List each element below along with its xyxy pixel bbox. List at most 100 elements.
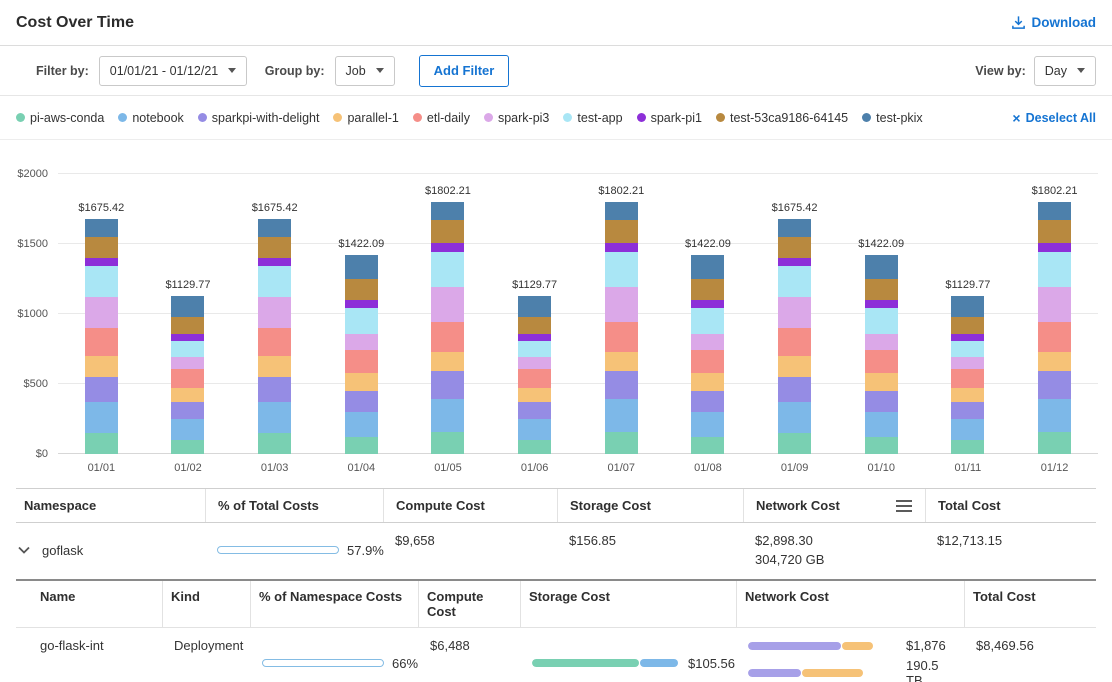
stacked-bar-01/07[interactable]	[605, 202, 638, 454]
bar-segment-parallel-1[interactable]	[865, 373, 898, 391]
bar-segment-test-pkix[interactable]	[778, 219, 811, 237]
legend-item-sparkpi-with-delight[interactable]: sparkpi-with-delight	[198, 111, 320, 125]
bar-segment-test-pkix[interactable]	[605, 202, 638, 221]
bar-segment-pi-aws-conda[interactable]	[518, 440, 551, 454]
bar-segment-test-53ca9186-64145[interactable]	[605, 220, 638, 242]
bar-segment-pi-aws-conda[interactable]	[865, 437, 898, 454]
legend-item-pi-aws-conda[interactable]: pi-aws-conda	[16, 111, 104, 125]
bar-segment-parallel-1[interactable]	[951, 388, 984, 402]
bar-segment-test-53ca9186-64145[interactable]	[171, 317, 204, 334]
legend-item-test-53ca9186-64145[interactable]: test-53ca9186-64145	[716, 111, 848, 125]
bar-segment-sparkpi-with-delight[interactable]	[865, 391, 898, 412]
bar-segment-test-53ca9186-64145[interactable]	[865, 279, 898, 300]
bar-segment-pi-aws-conda[interactable]	[951, 440, 984, 454]
bar-segment-etl-daily[interactable]	[865, 350, 898, 372]
bar-segment-spark-pi3[interactable]	[605, 287, 638, 322]
bar-segment-parallel-1[interactable]	[258, 356, 291, 377]
bar-segment-test-53ca9186-64145[interactable]	[1038, 220, 1071, 242]
bar-segment-test-app[interactable]	[258, 266, 291, 297]
bar-segment-etl-daily[interactable]	[778, 328, 811, 356]
bar-segment-test-app[interactable]	[85, 266, 118, 297]
bar-segment-test-53ca9186-64145[interactable]	[951, 317, 984, 334]
bar-segment-spark-pi1[interactable]	[1038, 243, 1071, 253]
bar-segment-test-app[interactable]	[431, 252, 464, 287]
bar-segment-sparkpi-with-delight[interactable]	[605, 371, 638, 399]
bar-segment-notebook[interactable]	[605, 399, 638, 431]
stacked-bar-01/10[interactable]	[865, 255, 898, 454]
bar-segment-etl-daily[interactable]	[431, 322, 464, 351]
bar-segment-test-app[interactable]	[778, 266, 811, 297]
stacked-bar-01/09[interactable]	[778, 219, 811, 454]
bar-segment-notebook[interactable]	[778, 402, 811, 433]
bar-segment-pi-aws-conda[interactable]	[85, 433, 118, 454]
view-by-select[interactable]: Day	[1034, 56, 1096, 86]
bar-segment-spark-pi3[interactable]	[865, 334, 898, 351]
bar-segment-notebook[interactable]	[518, 419, 551, 440]
legend-item-notebook[interactable]: notebook	[118, 111, 183, 125]
bar-segment-sparkpi-with-delight[interactable]	[431, 371, 464, 399]
bar-segment-spark-pi1[interactable]	[431, 243, 464, 253]
legend-item-parallel-1[interactable]: parallel-1	[333, 111, 398, 125]
legend-item-etl-daily[interactable]: etl-daily	[413, 111, 470, 125]
bar-segment-test-pkix[interactable]	[1038, 202, 1071, 221]
bar-segment-spark-pi3[interactable]	[345, 334, 378, 351]
bar-segment-sparkpi-with-delight[interactable]	[258, 377, 291, 402]
bar-segment-test-app[interactable]	[518, 341, 551, 358]
bar-segment-sparkpi-with-delight[interactable]	[518, 402, 551, 419]
bar-segment-etl-daily[interactable]	[605, 322, 638, 351]
bar-segment-parallel-1[interactable]	[691, 373, 724, 391]
stacked-bar-01/06[interactable]	[518, 296, 551, 454]
bar-segment-notebook[interactable]	[1038, 399, 1071, 431]
stacked-bar-01/02[interactable]	[171, 296, 204, 454]
bar-segment-spark-pi1[interactable]	[171, 334, 204, 341]
bar-segment-pi-aws-conda[interactable]	[258, 433, 291, 454]
bar-segment-notebook[interactable]	[345, 412, 378, 437]
bar-segment-parallel-1[interactable]	[518, 388, 551, 402]
bar-segment-sparkpi-with-delight[interactable]	[171, 402, 204, 419]
bar-segment-test-pkix[interactable]	[951, 296, 984, 317]
bar-segment-test-app[interactable]	[951, 341, 984, 358]
bar-segment-spark-pi3[interactable]	[431, 287, 464, 322]
bar-segment-parallel-1[interactable]	[171, 388, 204, 402]
legend-item-test-app[interactable]: test-app	[563, 111, 622, 125]
bar-segment-parallel-1[interactable]	[85, 356, 118, 377]
bar-segment-spark-pi1[interactable]	[951, 334, 984, 341]
bar-segment-test-53ca9186-64145[interactable]	[85, 237, 118, 258]
bar-segment-test-pkix[interactable]	[865, 255, 898, 279]
bar-segment-spark-pi3[interactable]	[1038, 287, 1071, 322]
bar-segment-pi-aws-conda[interactable]	[345, 437, 378, 454]
bar-segment-test-53ca9186-64145[interactable]	[691, 279, 724, 300]
bar-segment-etl-daily[interactable]	[85, 328, 118, 356]
bar-segment-notebook[interactable]	[171, 419, 204, 440]
group-by-select[interactable]: Job	[335, 56, 395, 86]
bar-segment-test-pkix[interactable]	[431, 202, 464, 221]
bar-segment-spark-pi3[interactable]	[691, 334, 724, 351]
date-range-select[interactable]: 01/01/21 - 01/12/21	[99, 56, 247, 86]
bar-segment-spark-pi3[interactable]	[518, 357, 551, 368]
bar-segment-test-53ca9186-64145[interactable]	[345, 279, 378, 300]
bar-segment-test-53ca9186-64145[interactable]	[518, 317, 551, 334]
bar-segment-parallel-1[interactable]	[605, 352, 638, 372]
bar-segment-pi-aws-conda[interactable]	[1038, 432, 1071, 454]
bar-segment-sparkpi-with-delight[interactable]	[951, 402, 984, 419]
bar-segment-pi-aws-conda[interactable]	[171, 440, 204, 454]
bar-segment-test-pkix[interactable]	[345, 255, 378, 279]
bar-segment-parallel-1[interactable]	[1038, 352, 1071, 372]
bar-segment-etl-daily[interactable]	[1038, 322, 1071, 351]
bar-segment-spark-pi1[interactable]	[345, 300, 378, 308]
stacked-bar-01/04[interactable]	[345, 255, 378, 454]
bar-segment-spark-pi3[interactable]	[778, 297, 811, 328]
bar-segment-spark-pi3[interactable]	[951, 357, 984, 368]
bar-segment-sparkpi-with-delight[interactable]	[778, 377, 811, 402]
bar-segment-notebook[interactable]	[85, 402, 118, 433]
bar-segment-pi-aws-conda[interactable]	[431, 432, 464, 454]
bar-segment-test-app[interactable]	[171, 341, 204, 358]
bar-segment-test-app[interactable]	[865, 308, 898, 333]
legend-item-spark-pi1[interactable]: spark-pi1	[637, 111, 702, 125]
bar-segment-test-app[interactable]	[691, 308, 724, 333]
bar-segment-spark-pi1[interactable]	[691, 300, 724, 308]
bar-segment-spark-pi1[interactable]	[865, 300, 898, 308]
bar-segment-test-pkix[interactable]	[171, 296, 204, 317]
bar-segment-parallel-1[interactable]	[431, 352, 464, 372]
bar-segment-spark-pi1[interactable]	[518, 334, 551, 341]
